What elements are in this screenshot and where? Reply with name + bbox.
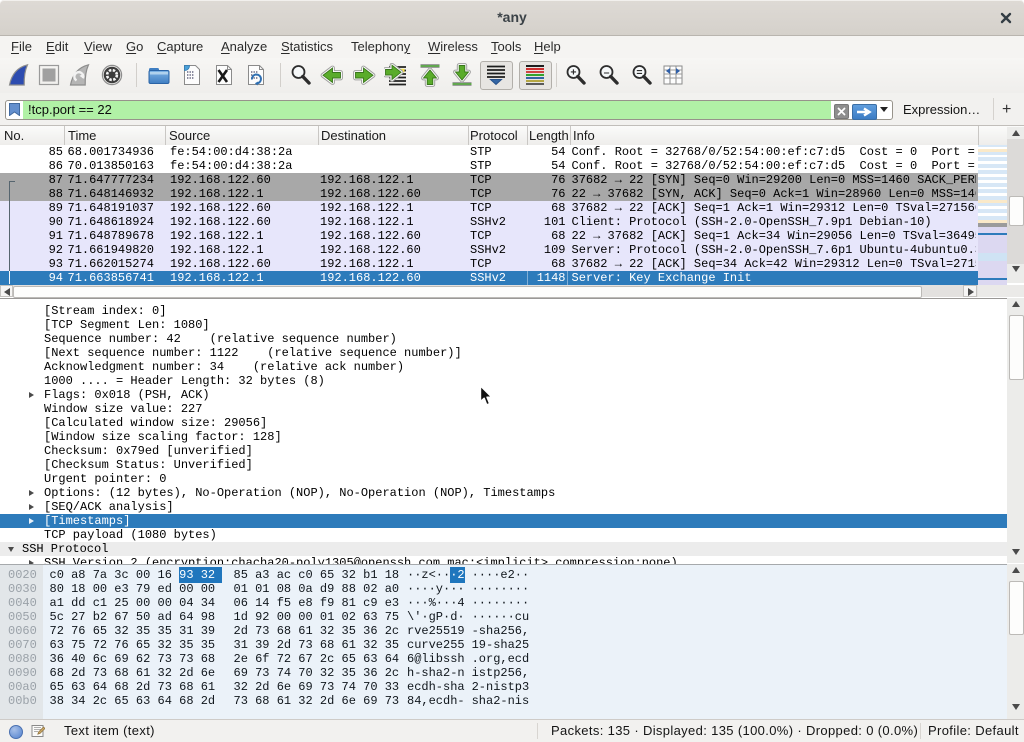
svg-text:–: –: [604, 66, 610, 78]
svg-text:+: +: [570, 66, 576, 78]
svg-text:=: =: [636, 66, 642, 78]
